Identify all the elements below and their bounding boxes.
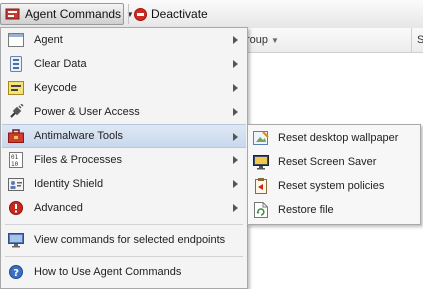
submenu-arrow-icon <box>233 108 238 116</box>
menu-item-advanced[interactable]: Advanced <box>2 196 246 220</box>
submenu-item-reset-desktop-wallpaper[interactable]: Reset desktop wallpaper <box>249 126 419 150</box>
menu-separator <box>5 256 243 257</box>
agent-commands-button[interactable]: Agent Commands ▼ <box>0 3 134 25</box>
menu-item-label: Agent <box>34 34 63 46</box>
submenu-item-label: Reset desktop wallpaper <box>278 132 399 144</box>
submenu-item-reset-system-policies[interactable]: Reset system policies <box>249 174 419 198</box>
agent-flag-icon <box>5 7 21 21</box>
menu-item-label: How to Use Agent Commands <box>34 266 182 278</box>
menu-item-label: View commands for selected endpoints <box>34 234 226 246</box>
menu-item-how-to-use[interactable]: ? How to Use Agent Commands <box>2 260 246 284</box>
menu-item-label: Files & Processes <box>34 154 123 166</box>
screen-saver-icon <box>253 154 269 170</box>
sort-down-icon: ▼ <box>271 36 279 45</box>
menu-item-label: Keycode <box>34 82 77 94</box>
submenu-arrow-icon <box>233 156 238 164</box>
help-icon: ? <box>8 264 24 280</box>
menu-item-keycode[interactable]: Keycode <box>2 76 246 100</box>
column-divider[interactable] <box>411 28 412 52</box>
submenu-item-reset-screen-saver[interactable]: Reset Screen Saver <box>249 150 419 174</box>
submenu-item-label: Reset system policies <box>278 180 385 192</box>
column-header-group-label: roup <box>246 34 269 46</box>
identity-card-icon <box>8 176 24 192</box>
wallpaper-icon <box>253 130 269 146</box>
toolbar-separator <box>128 4 129 24</box>
submenu-arrow-icon <box>233 133 238 141</box>
svg-text:10: 10 <box>11 161 19 168</box>
deactivate-button[interactable]: Deactivate <box>134 3 208 25</box>
warning-icon <box>8 200 24 216</box>
menu-item-label: Identity Shield <box>34 178 104 190</box>
submenu-item-label: Reset Screen Saver <box>278 156 377 168</box>
keycode-icon <box>8 80 24 96</box>
stop-icon <box>134 7 147 21</box>
menu-item-files-processes[interactable]: 01 10 Files & Processes <box>2 148 246 172</box>
menu-item-identity-shield[interactable]: Identity Shield <box>2 172 246 196</box>
deactivate-label: Deactivate <box>151 7 208 21</box>
svg-text:01: 01 <box>11 154 19 161</box>
toolbar: Agent Commands ▼ Deactivate <box>0 0 423 29</box>
menu-item-power-user-access[interactable]: Power & User Access <box>2 100 246 124</box>
clear-data-icon <box>8 56 24 72</box>
svg-text:?: ? <box>13 268 19 279</box>
files-processes-icon: 01 10 <box>8 152 24 168</box>
agent-commands-menu: Agent Clear Data Keycode Power & User Ac… <box>0 27 248 289</box>
menu-separator <box>5 224 243 225</box>
agent-window-icon <box>8 32 24 48</box>
monitor-icon <box>8 232 24 248</box>
restore-file-icon <box>253 202 269 218</box>
policies-icon <box>253 178 269 194</box>
submenu-item-restore-file[interactable]: Restore file <box>249 198 419 222</box>
menu-item-label: Advanced <box>34 202 83 214</box>
menu-item-label: Power & User Access <box>34 106 140 118</box>
menu-item-label: Clear Data <box>34 58 87 70</box>
power-plug-icon <box>8 104 24 120</box>
antimalware-tools-submenu: Reset desktop wallpaper Reset Screen Sav… <box>247 124 421 225</box>
submenu-arrow-icon <box>233 84 238 92</box>
column-header-s[interactable]: S <box>417 34 423 46</box>
menu-item-label: Antimalware Tools <box>34 130 124 142</box>
submenu-arrow-icon <box>233 60 238 68</box>
submenu-arrow-icon <box>233 204 238 212</box>
agent-commands-label: Agent Commands <box>25 7 122 21</box>
column-header-group[interactable]: roup ▼ <box>246 34 279 46</box>
submenu-arrow-icon <box>233 180 238 188</box>
menu-item-agent[interactable]: Agent <box>2 28 246 52</box>
toolbox-icon <box>8 128 24 144</box>
submenu-item-label: Restore file <box>278 204 334 216</box>
submenu-arrow-icon <box>233 36 238 44</box>
menu-item-clear-data[interactable]: Clear Data <box>2 52 246 76</box>
menu-item-antimalware-tools[interactable]: Antimalware Tools <box>2 124 246 148</box>
menu-item-view-commands[interactable]: View commands for selected endpoints <box>2 228 246 252</box>
